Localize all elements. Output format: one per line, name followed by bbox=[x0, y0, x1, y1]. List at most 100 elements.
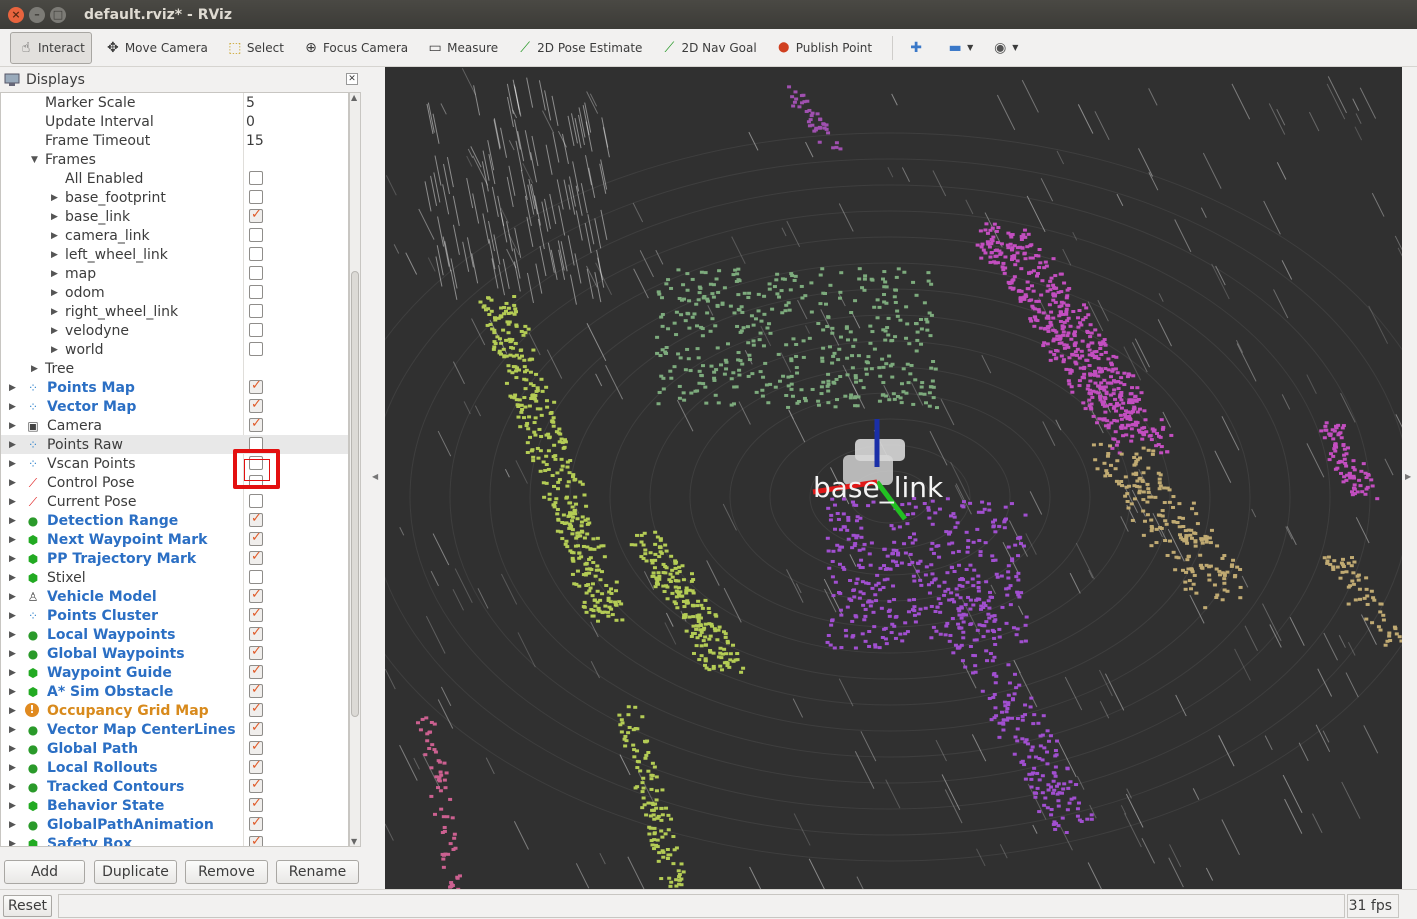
tool-select-button[interactable]: ⬚ Select bbox=[220, 32, 290, 64]
duplicate-button[interactable]: Duplicate bbox=[94, 860, 177, 884]
enable-checkbox[interactable] bbox=[249, 416, 263, 432]
enable-checkbox[interactable] bbox=[249, 606, 263, 622]
tree-row[interactable]: ▶ base_footprint bbox=[1, 188, 348, 207]
enable-checkbox[interactable] bbox=[249, 720, 263, 736]
expand-right-icon[interactable]: ▶ bbox=[51, 269, 58, 279]
close-icon[interactable]: × bbox=[8, 6, 24, 23]
expand-right-icon[interactable]: ▶ bbox=[9, 630, 16, 640]
enable-checkbox[interactable] bbox=[249, 530, 263, 546]
tree-row[interactable]: ▶ ● Global Waypoints bbox=[1, 644, 348, 663]
expand-right-icon[interactable]: ▶ bbox=[9, 744, 16, 754]
expand-right-icon[interactable]: ▶ bbox=[9, 554, 16, 564]
tree-row[interactable]: ▶ ● Local Rollouts bbox=[1, 758, 348, 777]
enable-checkbox[interactable] bbox=[249, 682, 263, 698]
expand-right-icon[interactable]: ▶ bbox=[9, 421, 16, 431]
tree-row[interactable]: ▶ ● Vector Map CenterLines bbox=[1, 720, 348, 739]
tree-row[interactable]: ▶ Tree bbox=[1, 359, 348, 378]
minimize-icon[interactable]: – bbox=[29, 6, 45, 23]
enable-checkbox[interactable] bbox=[249, 247, 263, 261]
tree-row[interactable]: All Enabled bbox=[1, 169, 348, 188]
expand-right-icon[interactable]: ▶ bbox=[51, 193, 58, 203]
tool-focus-camera-button[interactable]: ⊕ Focus Camera bbox=[296, 32, 414, 64]
expand-right-icon[interactable]: ▶ bbox=[51, 212, 58, 222]
tool-publish-point-button[interactable]: ⬤ Publish Point bbox=[769, 32, 878, 64]
add-button[interactable]: Add bbox=[4, 860, 85, 884]
tree-row[interactable]: ▶ left_wheel_link bbox=[1, 245, 348, 264]
tree-row[interactable]: ▶ ● Detection Range bbox=[1, 511, 348, 530]
expand-right-icon[interactable]: ▶ bbox=[51, 288, 58, 298]
tree-row[interactable]: ▼ Frames bbox=[1, 150, 348, 169]
collapse-right-icon[interactable]: ▶ bbox=[1405, 472, 1411, 481]
tool-2d-pose-estimate-button[interactable]: ⟋ 2D Pose Estimate bbox=[510, 32, 648, 64]
expand-right-icon[interactable]: ▶ bbox=[9, 497, 16, 507]
enable-checkbox[interactable] bbox=[249, 663, 263, 679]
expand-right-icon[interactable]: ▶ bbox=[51, 345, 58, 355]
expand-right-icon[interactable]: ▶ bbox=[31, 364, 38, 374]
property-value[interactable]: 5 bbox=[246, 95, 255, 111]
enable-checkbox[interactable] bbox=[249, 587, 263, 603]
property-value[interactable]: 15 bbox=[246, 133, 264, 149]
expand-right-icon[interactable]: ▶ bbox=[9, 440, 16, 450]
expand-right-icon[interactable]: ▶ bbox=[9, 611, 16, 621]
reset-button[interactable]: Reset bbox=[3, 895, 52, 917]
scroll-up-icon[interactable]: ▲ bbox=[351, 93, 357, 102]
tree-row[interactable]: ▶ ● GlobalPathAnimation bbox=[1, 815, 348, 834]
enable-checkbox[interactable] bbox=[249, 570, 263, 584]
tree-row[interactable]: ▶ ● Global Path bbox=[1, 739, 348, 758]
expand-right-icon[interactable]: ▶ bbox=[9, 402, 16, 412]
enable-checkbox[interactable] bbox=[249, 228, 263, 242]
enable-checkbox[interactable] bbox=[249, 285, 263, 299]
enable-checkbox[interactable] bbox=[249, 323, 263, 337]
enable-checkbox[interactable] bbox=[249, 701, 263, 717]
tree-row[interactable]: ▶ ⬢ Next Waypoint Mark bbox=[1, 530, 348, 549]
3d-viewport[interactable]: base_link bbox=[385, 67, 1402, 889]
enable-checkbox[interactable] bbox=[249, 834, 263, 846]
enable-checkbox[interactable] bbox=[249, 171, 263, 185]
enable-checkbox[interactable] bbox=[249, 644, 263, 660]
tree-row[interactable]: ▶! Occupancy Grid Map bbox=[1, 701, 348, 720]
expand-right-icon[interactable]: ▶ bbox=[9, 706, 16, 716]
point-cloud-scene[interactable]: base_link bbox=[385, 67, 1402, 889]
enable-checkbox[interactable] bbox=[249, 758, 263, 774]
tree-row[interactable]: ▶ ⬢ Behavior State bbox=[1, 796, 348, 815]
expand-right-icon[interactable]: ▶ bbox=[9, 801, 16, 811]
enable-checkbox[interactable] bbox=[249, 796, 263, 812]
expand-right-icon[interactable]: ▶ bbox=[9, 763, 16, 773]
enable-checkbox[interactable] bbox=[249, 266, 263, 280]
enable-checkbox[interactable] bbox=[249, 207, 263, 223]
tree-row[interactable]: ▶ odom bbox=[1, 283, 348, 302]
expand-right-icon[interactable]: ▶ bbox=[51, 231, 58, 241]
expand-right-icon[interactable]: ▶ bbox=[9, 516, 16, 526]
expand-right-icon[interactable]: ▶ bbox=[9, 820, 16, 830]
tree-row[interactable]: ▶ camera_link bbox=[1, 226, 348, 245]
tree-scrollbar[interactable]: ▲ ▼ bbox=[349, 92, 361, 847]
property-value[interactable]: 0 bbox=[246, 114, 255, 130]
enable-checkbox[interactable] bbox=[249, 397, 263, 413]
enable-checkbox[interactable] bbox=[249, 815, 263, 831]
displays-tree[interactable]: Marker Scale 5 Update Interval 0 Frame Timeo… bbox=[0, 92, 349, 847]
tree-row[interactable]: ▶ right_wheel_link bbox=[1, 302, 348, 321]
expand-right-icon[interactable]: ▶ bbox=[51, 307, 58, 317]
scrollbar-thumb[interactable] bbox=[351, 271, 359, 717]
remove-tool-button[interactable]: ▬ ▼ bbox=[940, 32, 979, 64]
expand-right-icon[interactable]: ▶ bbox=[9, 649, 16, 659]
enable-checkbox[interactable] bbox=[249, 777, 263, 793]
enable-checkbox[interactable] bbox=[249, 549, 263, 565]
tree-row[interactable]: ▶ ⁘ Points Cluster bbox=[1, 606, 348, 625]
tree-row[interactable]: ▶ ⬢ Stixel bbox=[1, 568, 348, 587]
tree-row[interactable]: ▶ ⬢ PP Trajectory Mark bbox=[1, 549, 348, 568]
enable-checkbox[interactable] bbox=[249, 625, 263, 641]
tree-row[interactable]: ▶ ⬢ Safety Box bbox=[1, 834, 348, 846]
tree-row[interactable]: ▶ ● Local Waypoints bbox=[1, 625, 348, 644]
expand-right-icon[interactable]: ▶ bbox=[9, 725, 16, 735]
tree-row[interactable]: ▶ ⁘ Vector Map bbox=[1, 397, 348, 416]
enable-checkbox[interactable] bbox=[249, 378, 263, 394]
expand-right-icon[interactable]: ▶ bbox=[9, 573, 16, 583]
enable-checkbox[interactable] bbox=[249, 494, 263, 508]
scroll-down-icon[interactable]: ▼ bbox=[351, 837, 357, 846]
tree-row[interactable]: ▶ ♙ Vehicle Model bbox=[1, 587, 348, 606]
tool-2d-nav-goal-button[interactable]: ⟋ 2D Nav Goal bbox=[654, 32, 762, 64]
tree-row[interactable]: Frame Timeout 15 bbox=[1, 131, 348, 150]
tree-row[interactable]: ▶ ⁘ Vscan Points bbox=[1, 454, 348, 473]
collapse-left-icon[interactable]: ◀ bbox=[372, 472, 378, 481]
